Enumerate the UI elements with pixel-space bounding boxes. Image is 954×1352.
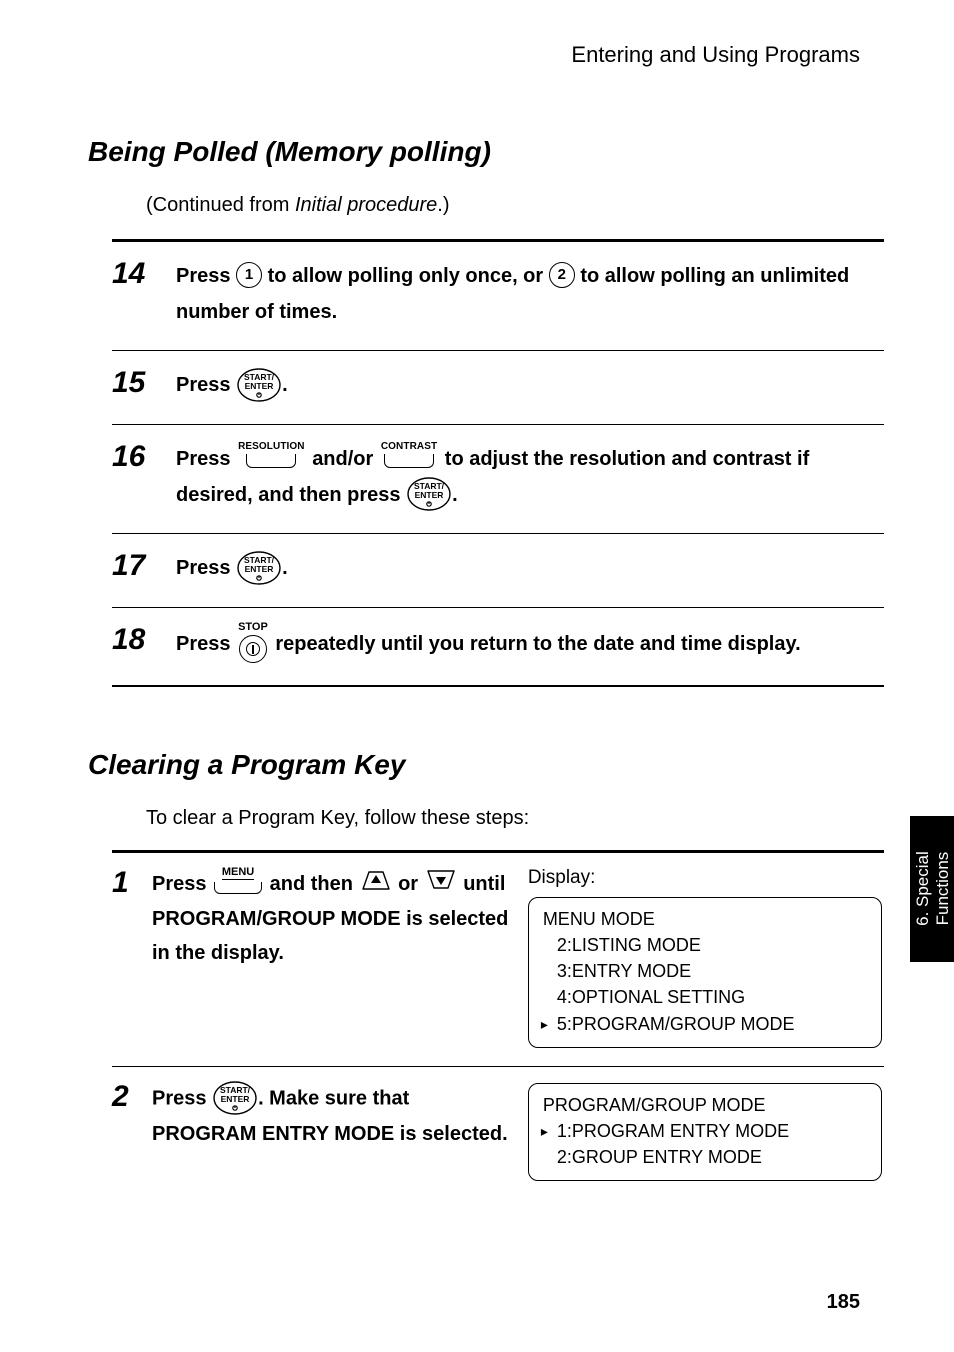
step-14-text-a: Press [176,265,236,287]
clear-step-1-number: 1 [112,867,152,1047]
up-arrow-key-icon [359,868,393,902]
step-17-text-b: . [282,557,288,579]
step-14-text-b: to allow polling only once, or [268,265,549,287]
step-15-number: 15 [112,367,176,399]
resolution-key-icon: RESOLUTION [238,442,305,468]
chapter-tab-label: 6. SpecialFunctions [912,852,951,927]
step-17-text-a: Press [176,557,236,579]
step-14-number: 14 [112,258,176,290]
continued-prefix: (Continued from [146,194,295,216]
step-18-number: 18 [112,624,176,656]
continued-note: (Continued from Initial procedure.) [146,194,884,217]
clear-step-1-text-b: and then [270,873,359,895]
clear-step-1-text-a: Press [152,873,212,895]
display-2-line-2: 1:PROGRAM ENTRY MODE [543,1118,867,1144]
clear-step-2-text-a: Press [152,1087,212,1109]
page-number: 185 [827,1291,860,1314]
contrast-key-label: CONTRAST [381,442,437,452]
continued-suffix: .) [437,194,449,216]
start-enter-key-icon: START/ENTER [236,367,282,403]
section-title-being-polled: Being Polled (Memory polling) [88,136,884,168]
display-1-line-2: 2:LISTING MODE [557,932,867,958]
page-header-section: Entering and Using Programs [88,42,884,68]
menu-key-label: MENU [222,867,254,880]
two-key-icon: 2 [549,262,575,288]
step-16-number: 16 [112,441,176,473]
step-18-text-a: Press [176,633,236,655]
svg-text:ENTER: ENTER [245,564,274,574]
step-15-text-a: Press [176,374,236,396]
step-16-text-b: and/or [312,448,379,470]
step-18: 18 Press STOP repeatedly until you retur… [112,607,884,685]
one-key-icon: 1 [236,262,262,288]
display-box-1: MENU MODE 2:LISTING MODE 3:ENTRY MODE 4:… [528,897,882,1047]
resolution-key-label: RESOLUTION [238,442,305,452]
step-15-text-b: . [282,374,288,396]
contrast-key-icon: CONTRAST [381,442,437,468]
continued-ital: Initial procedure [295,194,437,216]
step-18-text-b: repeatedly until you return to the date … [275,633,800,655]
clear-step-2: 2 Press START/ENTER . Make sure that PRO… [112,1066,884,1199]
down-arrow-key-icon [424,868,458,902]
chapter-tab: 6. SpecialFunctions [910,816,954,962]
display-2-line-1: PROGRAM/GROUP MODE [543,1092,867,1118]
step-16-text-a: Press [176,448,236,470]
display-label: Display: [528,867,882,889]
start-enter-key-icon: START/ENTER [236,550,282,586]
stop-key-icon: STOP [238,622,268,663]
display-1-line-3: 3:ENTRY MODE [557,958,867,984]
step-15: 15 Press START/ENTER . [112,350,884,424]
display-1-line-1: MENU MODE [543,906,867,932]
display-2-line-3: 2:GROUP ENTRY MODE [557,1144,867,1170]
start-enter-key-icon: START/ENTER [406,476,452,512]
menu-key-icon: MENU [214,867,262,894]
stop-key-label: STOP [238,622,268,633]
section2-intro: To clear a Program Key, follow these ste… [146,807,884,830]
display-1-line-5: 5:PROGRAM/GROUP MODE [543,1011,867,1037]
step-17: 17 Press START/ENTER . [112,533,884,607]
svg-text:ENTER: ENTER [415,490,444,500]
clear-step-1: 1 Press MENU and then or unt [112,852,884,1065]
svg-text:ENTER: ENTER [245,381,274,391]
start-enter-key-icon: START/ENTER [212,1080,258,1116]
display-1-line-4: 4:OPTIONAL SETTING [557,984,867,1010]
display-box-2: PROGRAM/GROUP MODE 1:PROGRAM ENTRY MODE … [528,1083,882,1181]
svg-text:ENTER: ENTER [221,1094,250,1104]
section-title-clearing: Clearing a Program Key [88,749,884,781]
clear-step-1-text-c: or [398,873,424,895]
step-16-text-d: . [452,484,458,506]
step-16: 16 Press RESOLUTION and/or CONTRAST to a… [112,424,884,534]
clear-step-2-number: 2 [112,1081,152,1181]
step-14: 14 Press 1 to allow polling only once, o… [112,241,884,350]
step-17-number: 17 [112,550,176,582]
